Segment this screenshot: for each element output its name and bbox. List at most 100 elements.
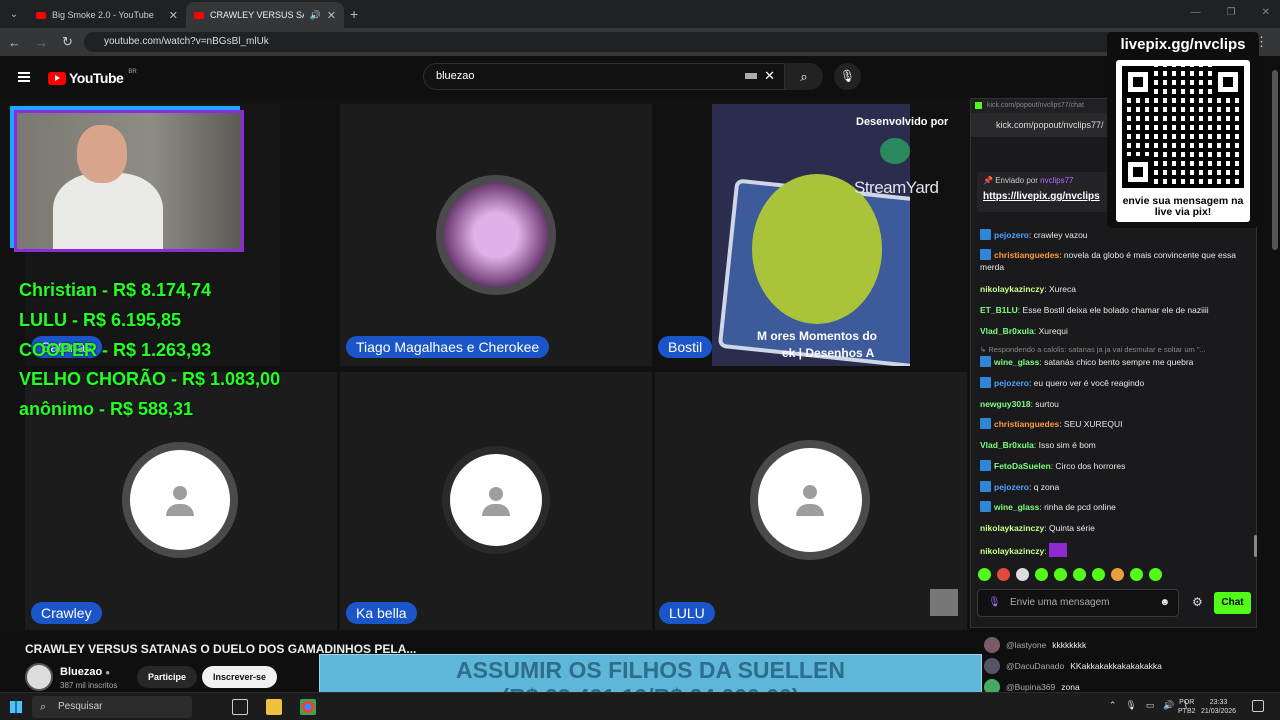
chat-username[interactable]: Vlad_Br0xula xyxy=(980,440,1034,450)
emote-icon[interactable] xyxy=(1149,568,1162,581)
channel-avatar[interactable] xyxy=(25,663,53,691)
join-button[interactable]: Participe xyxy=(137,666,198,688)
youtube-favicon-icon xyxy=(36,11,46,19)
avatar xyxy=(984,637,1000,653)
reply-context: ↳ Respondendo a calolis: satanas ja ja v… xyxy=(980,344,1242,356)
browser-tab-bar: ⌄ Big Smoke 2.0 - YouTube ✕ CRAWLEY VERS… xyxy=(0,0,1280,28)
chat-text: : SEU XUREQUI xyxy=(1059,419,1123,429)
voice-search-button[interactable]: 🎙 xyxy=(834,63,861,90)
chat-scrollbar[interactable] xyxy=(1254,535,1257,557)
subscribe-button[interactable]: Inscrever-se xyxy=(202,666,278,688)
chat-username[interactable]: wine_glass xyxy=(994,502,1039,512)
search-input[interactable]: bluezao xyxy=(423,63,785,90)
chat-username[interactable]: nikolaykazinczy xyxy=(980,523,1044,533)
clock-time: 23:33 xyxy=(1209,699,1228,706)
notifications-icon[interactable] xyxy=(1252,700,1264,712)
chat-username[interactable]: wine_glass xyxy=(994,357,1039,367)
page-scrollbar[interactable] xyxy=(1272,70,1278,250)
search-button[interactable]: ⌕ xyxy=(785,63,823,90)
yt-chat-user[interactable]: @Bupina369 xyxy=(1006,682,1055,692)
tab-search-icon[interactable]: ⌄ xyxy=(0,0,28,28)
address-bar-row: ← → ↻ youtube.com/watch?v=nBGsBl_mlUk ⋮ xyxy=(0,28,1280,56)
reload-icon[interactable]: ↻ xyxy=(62,34,73,50)
participant-label-lulu: LULU xyxy=(659,602,715,624)
yt-chat-user[interactable]: @DacuDanado xyxy=(1006,661,1064,671)
chat-message: newguy3018: surtou xyxy=(980,398,1242,410)
maximize-icon[interactable]: ❐ xyxy=(1227,7,1236,18)
close-tab-icon[interactable]: ✕ xyxy=(327,9,336,22)
yt-chat-text: KKakkakakkakakakakka xyxy=(1070,661,1162,671)
url-field[interactable]: youtube.com/watch?v=nBGsBl_mlUk xyxy=(84,32,1184,52)
chat-username[interactable]: nikolaykazinczy xyxy=(980,284,1044,294)
emote-icon[interactable] xyxy=(978,568,991,581)
windows-start-icon[interactable] xyxy=(10,701,22,713)
chat-username[interactable]: christianguedes xyxy=(994,250,1059,260)
microphone-icon[interactable]: 🎙 xyxy=(1125,700,1136,711)
minimize-icon[interactable]: — xyxy=(1191,7,1201,18)
chat-username[interactable]: christianguedes xyxy=(994,419,1059,429)
chat-message: wine_glass: rinha de pcd online xyxy=(980,501,1242,513)
chat-message: Vlad_Br0xula: Xurequi xyxy=(980,325,1242,337)
qr-footer: live via pix! xyxy=(1154,206,1212,218)
volume-icon[interactable]: 🔊 xyxy=(1163,700,1174,711)
chat-text: : Esse Bostil deixa ele bolado chamar el… xyxy=(1017,305,1209,315)
send-chat-button[interactable]: Chat xyxy=(1214,592,1251,614)
tab-big-smoke[interactable]: Big Smoke 2.0 - YouTube ✕ xyxy=(28,2,186,28)
clock-date: 21/03/2026 xyxy=(1201,708,1237,715)
chat-text: : satanás chico bento sempre me quebra xyxy=(1039,357,1194,367)
speaker-icon[interactable]: 🔊 xyxy=(310,10,321,21)
emote-icon[interactable] xyxy=(1130,568,1143,581)
taskbar-search-label: Pesquisar xyxy=(58,701,103,712)
emote-icon[interactable] xyxy=(1016,568,1029,581)
yt-chat-message: @lastyone kkkkkkkk xyxy=(984,636,1242,654)
input-language[interactable]: POR PTB2 xyxy=(1178,698,1196,716)
network-icon[interactable]: ▭ xyxy=(1146,700,1155,711)
chat-text: : rinha de pcd online xyxy=(1039,502,1116,512)
taskbar-clock[interactable]: 23:33 21/03/2026 xyxy=(1201,698,1236,716)
close-window-icon[interactable]: ✕ xyxy=(1262,7,1270,18)
task-view-icon[interactable] xyxy=(232,699,248,715)
profile-photo-tiago xyxy=(436,175,556,295)
chat-message: Vlad_Br0xula: Isso sim é bom xyxy=(980,439,1242,451)
taskbar-search[interactable]: ⌕ Pesquisar xyxy=(32,696,192,718)
pinned-link[interactable]: https://livepix.gg/nvclips xyxy=(983,191,1103,202)
chat-username[interactable]: FetoDaSuelen xyxy=(994,461,1051,471)
chat-username[interactable]: Vlad_Br0xula xyxy=(980,326,1034,336)
emote-icon[interactable] xyxy=(1035,568,1048,581)
microphone-icon[interactable]: 🎙 xyxy=(988,590,1001,616)
tab-crawley[interactable]: CRAWLEY VERSUS SATANA 🔊 ✕ xyxy=(186,2,344,28)
chat-username[interactable]: ET_B1LU xyxy=(980,305,1018,315)
file-explorer-icon[interactable] xyxy=(266,699,282,715)
chat-username[interactable]: nikolaykazinczy xyxy=(980,546,1044,556)
channel-name[interactable]: Bluezao ● xyxy=(60,666,110,678)
new-tab-icon[interactable]: + xyxy=(350,6,358,22)
emoji-picker-icon[interactable]: ☻ xyxy=(1159,590,1170,616)
emote-icon[interactable] xyxy=(997,568,1010,581)
chrome-icon[interactable] xyxy=(300,699,316,715)
yt-chat-user[interactable]: @lastyone xyxy=(1006,640,1046,650)
qr-code-image: envie sua mensagem na live via pix! xyxy=(1116,60,1250,222)
close-tab-icon[interactable]: ✕ xyxy=(169,9,178,22)
hamburger-menu-icon[interactable] xyxy=(18,72,30,82)
yt-chat-text: zona xyxy=(1061,682,1080,692)
streamyard-duck-icon xyxy=(880,138,910,164)
participant-thumbnail xyxy=(930,589,958,616)
emote-icon[interactable] xyxy=(1073,568,1086,581)
emote-icon[interactable] xyxy=(1092,568,1105,581)
region-code: BR xyxy=(128,69,137,75)
forward-icon[interactable]: → xyxy=(35,35,48,50)
back-icon[interactable]: ← xyxy=(8,35,21,50)
chat-username[interactable]: pejozero xyxy=(994,230,1029,240)
chat-username[interactable]: pejozero xyxy=(994,378,1029,388)
emote-icon[interactable] xyxy=(1054,568,1067,581)
emote-icon[interactable] xyxy=(1111,568,1124,581)
tray-expand-icon[interactable]: ⌃ xyxy=(1109,700,1117,711)
chat-settings-icon[interactable]: ⚙ xyxy=(1192,595,1203,609)
badge-icon xyxy=(980,377,991,388)
chat-username[interactable]: pejozero xyxy=(994,482,1029,492)
youtube-logo[interactable]: YouTube BR xyxy=(48,69,137,86)
chat-input[interactable]: 🎙 Envie uma mensagem ☻ xyxy=(977,589,1179,617)
badge-icon xyxy=(980,356,991,367)
donor-entry: VELHO CHORÃO - R$ 1.083,00 xyxy=(19,369,281,390)
chat-username[interactable]: newguy3018 xyxy=(980,399,1031,409)
